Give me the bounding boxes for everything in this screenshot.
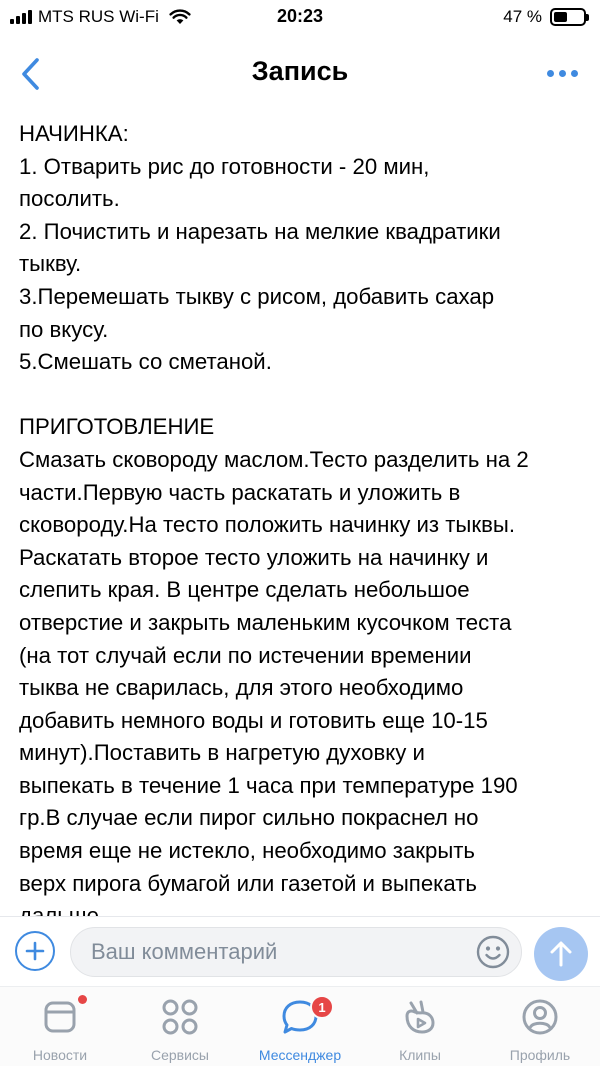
post-line: слепить края. В центре сделать небольшое — [19, 577, 470, 603]
post-line: тыква не сварилась, для этого необходимо — [19, 675, 464, 701]
tab-label: Новости — [32, 1047, 88, 1063]
post-line: посолить. — [19, 186, 120, 212]
post-line: НАЧИНКА: — [19, 121, 129, 146]
clips-icon — [405, 1000, 435, 1034]
unread-count-badge: 1 — [310, 995, 334, 1019]
post-line: тыкву. — [19, 251, 82, 277]
post-line: Раскатать второе тесто уложить на начинк… — [19, 544, 489, 570]
tab-messenger[interactable]: 1 Мессенджер — [240, 987, 360, 1066]
tab-label: Мессенджер — [258, 1047, 342, 1063]
comment-input[interactable] — [70, 927, 522, 977]
tab-clips[interactable]: Клипы — [360, 987, 480, 1066]
post-line: 3.Перемешать тыкву с рисом, добавить сах… — [19, 283, 495, 309]
post-line: верх пирога бумагой или газетой и выпека… — [19, 870, 477, 896]
post-line: выпекать в течение 1 часа при температур… — [19, 772, 518, 798]
status-bar: MTS RUS Wi-Fi 20:23 47 % — [0, 0, 600, 36]
tab-news[interactable]: Новости — [0, 987, 120, 1066]
post-line: 2. Почистить и нарезать на мелкие квадра… — [19, 218, 501, 244]
send-button[interactable] — [534, 927, 588, 981]
post-line: (на тот случай если по истечении времени… — [19, 642, 472, 668]
tab-bar: Новости Сервисы 1 Мессенджер Клипы Профи… — [0, 986, 600, 1066]
news-icon — [44, 1001, 76, 1033]
profile-icon — [522, 999, 558, 1035]
post-line: ПРИГОТОВЛЕНИЕ — [19, 414, 215, 440]
more-horizontal-icon — [546, 69, 554, 77]
more-button[interactable] — [542, 58, 582, 88]
services-icon — [162, 999, 198, 1035]
post-line: сковороду.На тесто положить начинку из т… — [19, 512, 515, 538]
post-text: НАЧИНКА: 1. Отварить рис до готовности - … — [19, 118, 591, 918]
attach-button[interactable] — [15, 931, 55, 971]
page-title: Запись — [251, 56, 349, 86]
battery-level — [554, 12, 568, 22]
header: Запись — [0, 40, 600, 106]
post-line: добавить немного воды и готовить еще 10-… — [19, 707, 488, 733]
tab-label: Клипы — [399, 1047, 441, 1063]
post-line: отверстие и закрыть маленьким кусочком т… — [19, 609, 512, 635]
post-line — [19, 379, 591, 412]
post-line: части.Первую часть раскатать и уложить в — [19, 479, 461, 505]
post-line: минут).Поставить в нагретую духовку и — [19, 740, 425, 766]
plus-icon — [25, 941, 45, 961]
post-line: Смазать сковороду маслом.Тесто разделить… — [19, 446, 529, 472]
post-line: 5.Смешать со сметаной. — [19, 349, 272, 375]
post-line: 1. Отварить рис до готовности - 20 мин, — [19, 153, 430, 179]
tab-profile[interactable]: Профиль — [480, 987, 600, 1066]
battery-icon — [550, 8, 589, 26]
emoji-icon[interactable] — [476, 935, 510, 969]
post-line: время еще не истекло, необходимо закрыть — [19, 838, 475, 864]
post-line: по вкусу. — [19, 316, 109, 342]
comment-bar — [0, 916, 600, 984]
arrow-up-icon — [550, 941, 572, 967]
tab-services[interactable]: Сервисы — [120, 987, 240, 1066]
battery-percent: 47 % — [503, 7, 542, 26]
notification-dot — [78, 995, 87, 1004]
tab-label: Профиль — [509, 1047, 571, 1063]
tab-label: Сервисы — [150, 1047, 209, 1063]
post-line: гр.В случае если пирог сильно покраснел … — [19, 805, 479, 831]
status-right: 47 % — [503, 7, 589, 27]
